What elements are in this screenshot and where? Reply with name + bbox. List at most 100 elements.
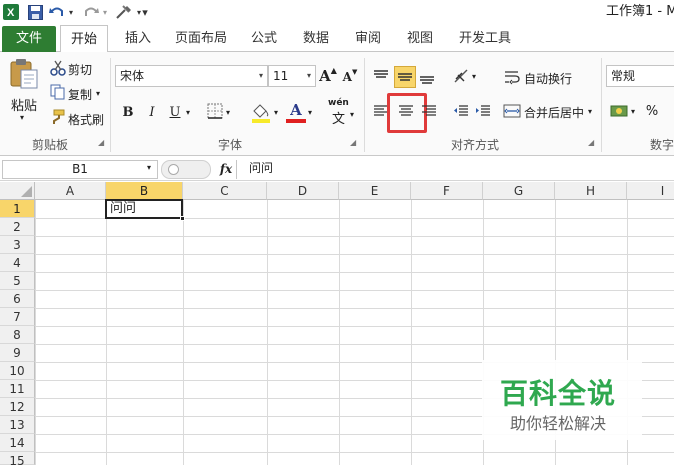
italic-button[interactable]: I [142, 101, 162, 123]
tab-page-layout[interactable]: 页面布局 [170, 26, 232, 52]
row-header-5[interactable]: 5 [0, 272, 35, 290]
orientation-dropdown-icon[interactable]: ▾ [472, 72, 476, 81]
font-name-combo[interactable]: 宋体 [115, 65, 268, 87]
shrink-font-button[interactable]: A ▼ [342, 68, 358, 86]
column-header-c[interactable]: C [183, 182, 267, 200]
clipboard-launcher-icon[interactable]: ◢ [98, 138, 104, 147]
column-header-d[interactable]: D [267, 182, 339, 200]
borders-dropdown-icon[interactable]: ▾ [226, 108, 230, 117]
redo-dropdown-icon[interactable]: ▾ [100, 3, 110, 21]
font-group-label: 字体 [217, 138, 242, 152]
row-header-4[interactable]: 4 [0, 254, 35, 272]
alignment-launcher-icon[interactable]: ◢ [588, 138, 594, 147]
paste-label[interactable]: 粘贴 [11, 95, 37, 114]
phonetic-guide-pinyin: wén [328, 98, 349, 108]
accounting-format-icon[interactable] [610, 101, 630, 121]
cut-label[interactable]: 剪切 [68, 61, 92, 78]
decrease-indent-icon[interactable] [452, 102, 470, 120]
undo-icon[interactable] [48, 3, 66, 21]
align-middle-button[interactable] [394, 66, 416, 88]
underline-button[interactable]: U [166, 101, 184, 123]
number-format-combo[interactable]: 常规 [606, 65, 674, 87]
percent-button[interactable]: % [643, 101, 661, 121]
merge-center-label[interactable]: 合并后居中 [524, 104, 584, 121]
column-header-e[interactable]: E [339, 182, 411, 200]
save-icon[interactable] [26, 3, 44, 21]
wrap-text-icon[interactable] [503, 68, 521, 86]
column-header-a[interactable]: A [35, 182, 106, 200]
increase-indent-icon[interactable] [474, 102, 492, 120]
bold-button[interactable]: B [118, 101, 138, 123]
column-header-f[interactable]: F [411, 182, 483, 200]
row-header-10[interactable]: 10 [0, 362, 35, 380]
fill-color-icon[interactable] [250, 101, 272, 123]
grow-font-button[interactable]: A ▲ [319, 66, 337, 86]
row-header-11[interactable]: 11 [0, 380, 35, 398]
font-size-dropdown-icon[interactable]: ▾ [307, 71, 311, 80]
align-bottom-icon[interactable] [418, 66, 436, 86]
merge-center-dropdown-icon[interactable]: ▾ [588, 107, 592, 116]
name-box[interactable]: B1 [2, 160, 158, 179]
tab-formulas[interactable]: 公式 [244, 26, 284, 52]
font-launcher-icon[interactable]: ◢ [350, 138, 356, 147]
redo-icon[interactable] [82, 3, 100, 21]
tab-home[interactable]: 开始 [60, 25, 108, 53]
row-header-9[interactable]: 9 [0, 344, 35, 362]
active-cell-b1[interactable]: 问问 [105, 199, 183, 219]
column-header-i[interactable]: I [627, 182, 674, 200]
borders-icon[interactable] [206, 102, 224, 120]
row-header-2[interactable]: 2 [0, 218, 35, 236]
merge-center-icon[interactable] [503, 102, 521, 120]
tools-icon[interactable] [114, 3, 134, 21]
tab-developer[interactable]: 开发工具 [454, 26, 516, 52]
tab-review[interactable]: 审阅 [348, 26, 388, 52]
row-header-14[interactable]: 14 [0, 434, 35, 452]
phonetic-dropdown-icon[interactable]: ▾ [350, 110, 354, 119]
fill-handle[interactable] [180, 216, 185, 221]
row-header-8[interactable]: 8 [0, 326, 35, 344]
align-right-icon[interactable] [420, 102, 438, 120]
tab-data[interactable]: 数据 [296, 26, 336, 52]
format-painter-label[interactable]: 格式刷 [68, 111, 104, 128]
paste-icon[interactable] [8, 58, 40, 90]
tab-file[interactable]: 文件 [2, 26, 56, 52]
copy-label[interactable]: 复制 [68, 86, 92, 103]
underline-dropdown-icon[interactable]: ▾ [186, 108, 190, 117]
shrink-font-caret-icon: ▼ [351, 68, 358, 76]
qa-customize-icon[interactable]: ▾ [140, 3, 150, 21]
font-name-dropdown-icon[interactable]: ▾ [259, 71, 263, 80]
insert-function-button[interactable]: fx [216, 160, 236, 179]
select-all-button[interactable] [0, 182, 35, 200]
orientation-icon[interactable] [452, 67, 472, 87]
tab-insert[interactable]: 插入 [118, 26, 158, 52]
font-color-dropdown-icon[interactable]: ▾ [308, 108, 312, 117]
align-top-icon[interactable] [372, 66, 390, 86]
formula-input[interactable]: 问问 [236, 160, 674, 179]
row-header-13[interactable]: 13 [0, 416, 35, 434]
row-header-1[interactable]: 1 [0, 200, 35, 218]
format-painter-icon[interactable] [50, 109, 66, 125]
row-header-15[interactable]: 15 [0, 452, 35, 468]
cut-icon[interactable] [50, 60, 66, 76]
row-header-6[interactable]: 6 [0, 290, 35, 308]
copy-dropdown-icon[interactable]: ▾ [96, 89, 100, 98]
fill-color-dropdown-icon[interactable]: ▾ [274, 108, 278, 117]
accounting-dropdown-icon[interactable]: ▾ [631, 107, 635, 116]
paste-dropdown-icon[interactable]: ▾ [20, 113, 24, 122]
excel-logo-icon[interactable]: X [2, 3, 20, 21]
row-header-7[interactable]: 7 [0, 308, 35, 326]
column-header-g[interactable]: G [483, 182, 555, 200]
row-header-3[interactable]: 3 [0, 236, 35, 254]
formula-bar-handle[interactable] [161, 160, 211, 179]
undo-dropdown-icon[interactable]: ▾ [66, 3, 76, 21]
font-color-button[interactable]: A [286, 101, 306, 123]
column-header-b[interactable]: B [106, 182, 183, 200]
copy-icon[interactable] [50, 84, 66, 100]
tab-view[interactable]: 视图 [400, 26, 440, 52]
name-box-value: B1 [72, 162, 88, 176]
name-box-dropdown-icon[interactable]: ▾ [147, 163, 151, 172]
column-header-h[interactable]: H [555, 182, 627, 200]
wrap-text-label[interactable]: 自动换行 [524, 70, 572, 87]
row-header-12[interactable]: 12 [0, 398, 35, 416]
watermark-slogan: 助你轻松解决 [510, 414, 607, 433]
